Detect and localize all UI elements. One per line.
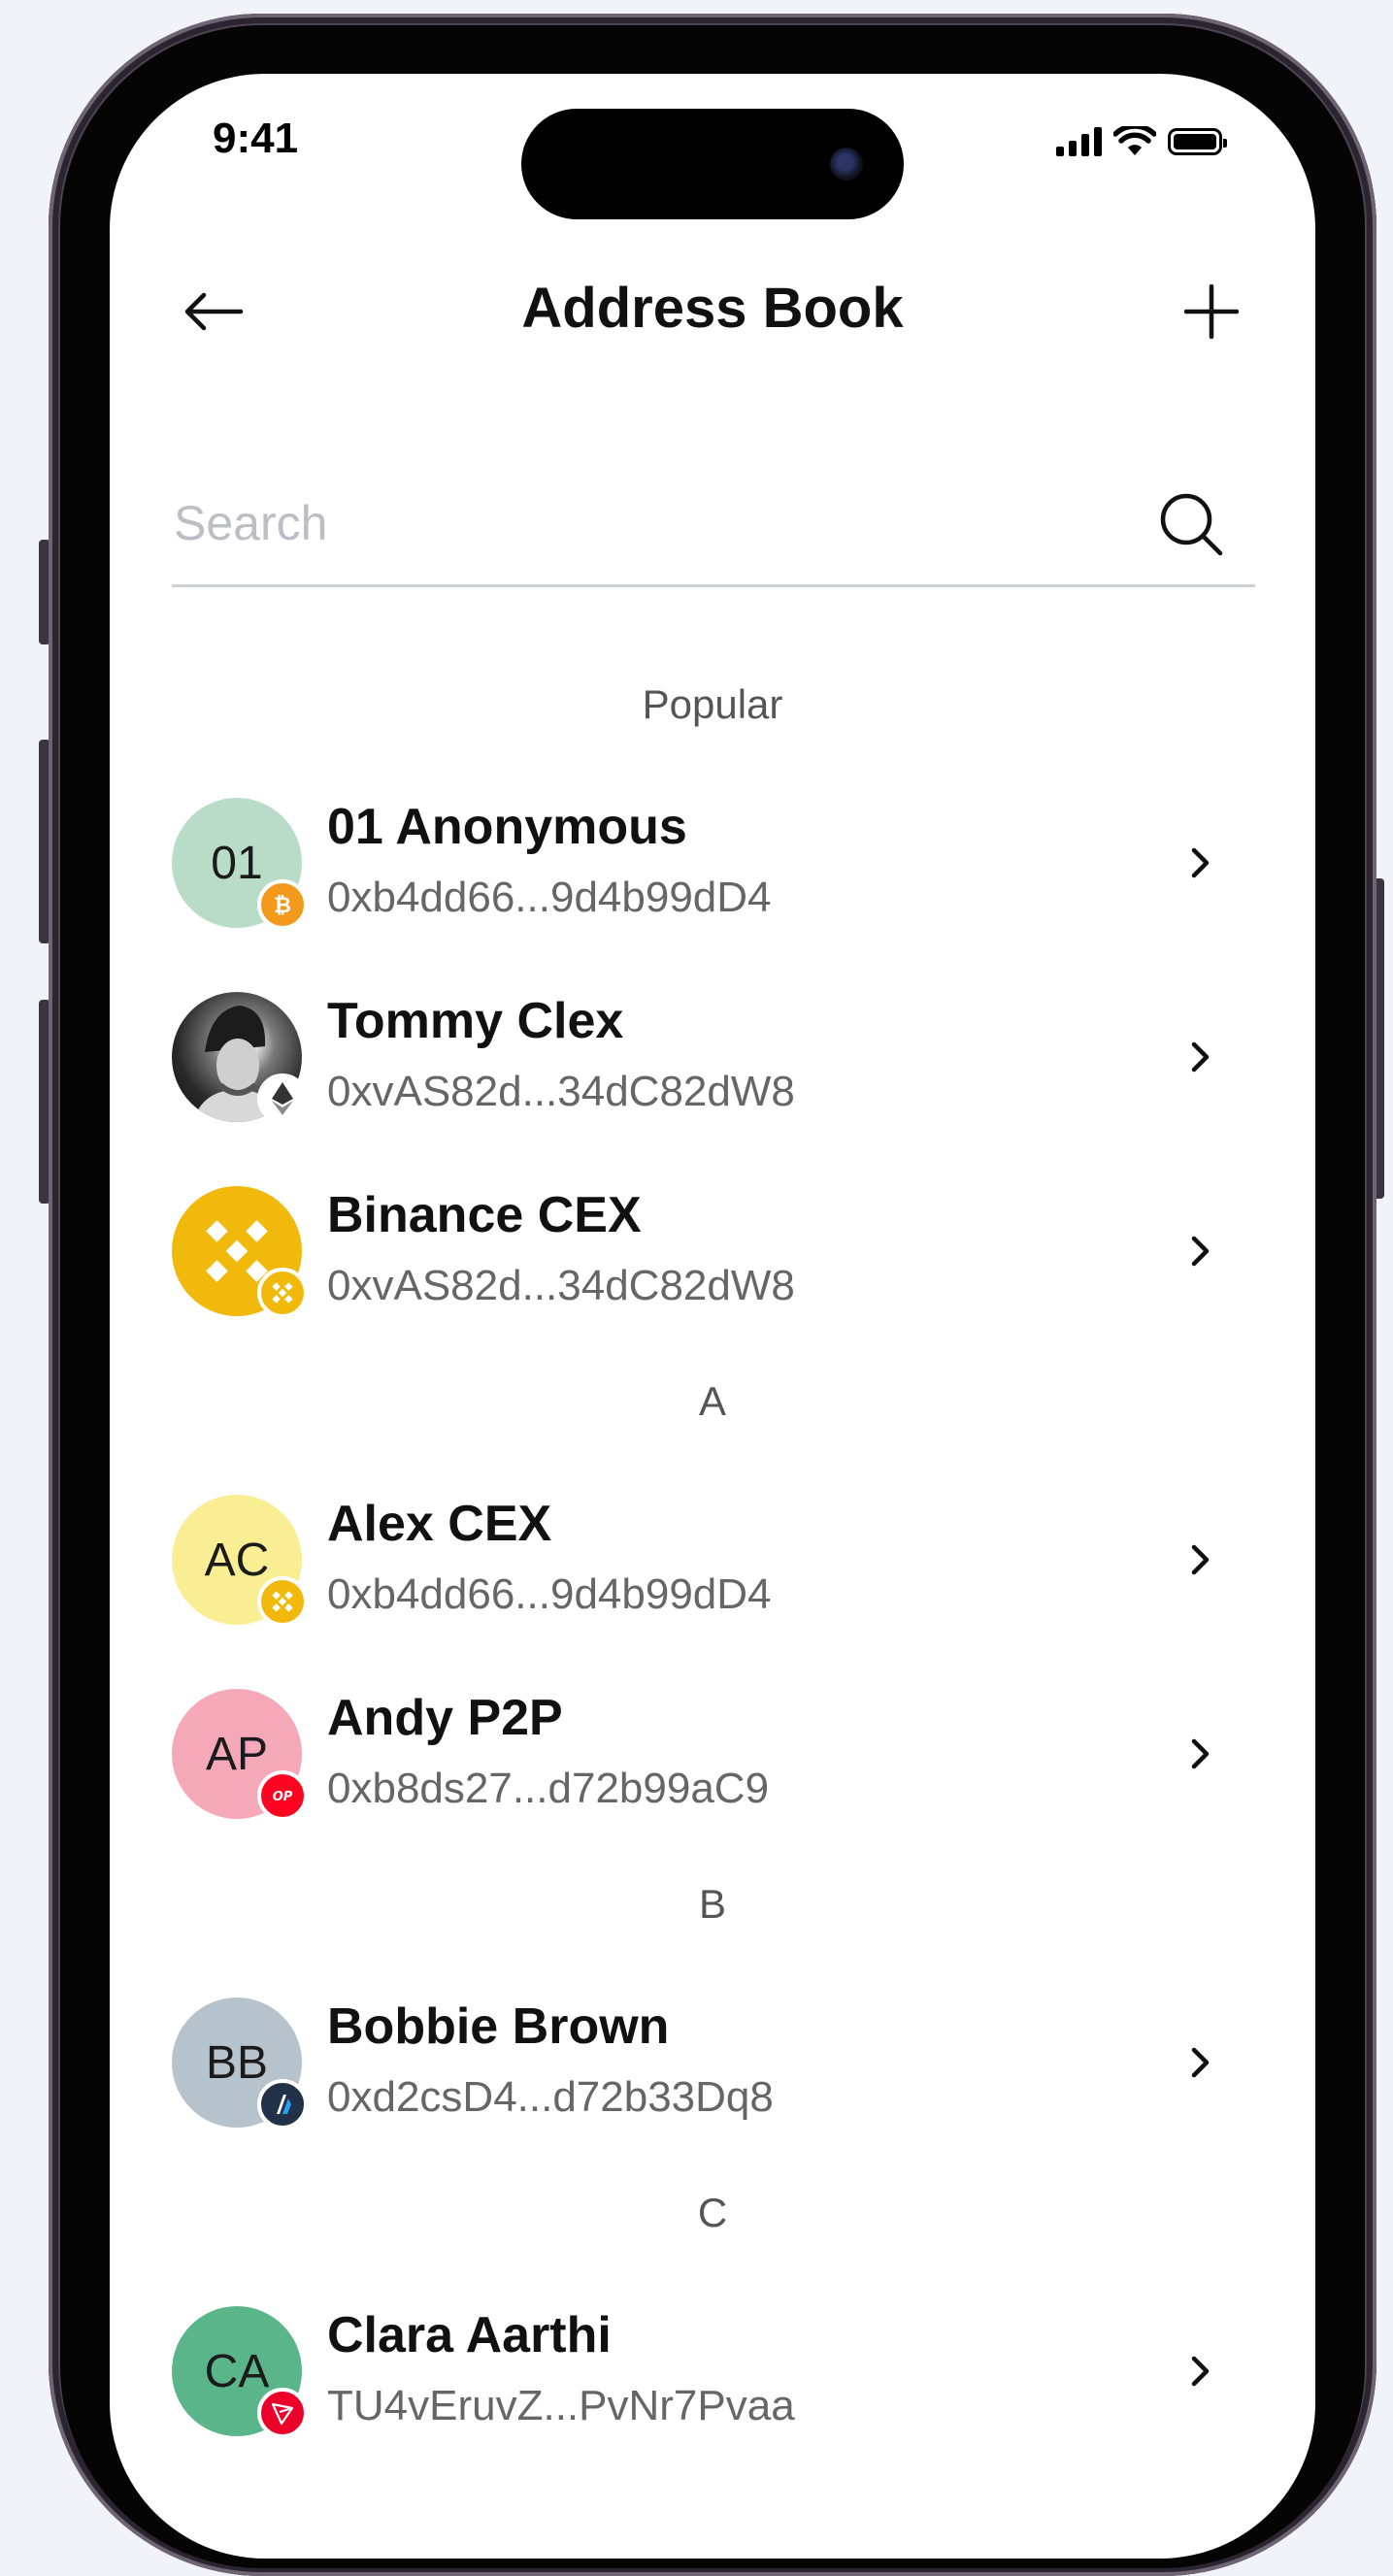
status-time: 9:41 [213, 115, 299, 162]
status-icons [1056, 126, 1227, 157]
dynamic-island [521, 109, 904, 219]
contact-address: TU4vEruvZ...PvNr7Pvaa [327, 2382, 795, 2429]
avatar-initials: AP [205, 1728, 269, 1780]
avatar-initials: AC [204, 1534, 270, 1586]
wifi-icon [1113, 126, 1156, 155]
page-title: Address Book [521, 277, 904, 340]
contact-row[interactable]: Binance CEX 0xvAS82d...34dC82dW8 [172, 1169, 1255, 1334]
section-header-a: A [698, 1378, 726, 1424]
chevron-right-icon [1191, 2047, 1210, 2078]
section-header-popular: Popular [642, 681, 783, 727]
contact-address: 0xb8ds27...d72b99aC9 [327, 1765, 770, 1812]
search-bar [172, 464, 1255, 587]
contact-name: 01 Anonymous [327, 799, 687, 855]
chevron-right-icon [1191, 1738, 1210, 1769]
camera-icon [830, 148, 863, 181]
arbitrum-icon [257, 2079, 308, 2130]
contact-address: 0xb4dd66...9d4b99dD4 [327, 874, 772, 921]
chevron-right-icon [1191, 847, 1210, 878]
search-input[interactable] [172, 481, 1108, 565]
contact-row[interactable]: AC Alex CEX 0xb4dd66...9d4b99dD4 [172, 1477, 1255, 1642]
search-button[interactable] [1156, 489, 1226, 559]
plus-icon [1184, 284, 1239, 339]
bnb-icon [257, 1268, 308, 1318]
section-header-b: B [698, 1881, 726, 1927]
contact-address: 0xb4dd66...9d4b99dD4 [327, 1570, 772, 1618]
contact-row[interactable]: AP OP Andy P2P 0xb8ds27...d72b99aC9 [172, 1671, 1255, 1836]
contact-row[interactable]: CA Clara Aarthi TU4vEruvZ...PvNr7Pvaa [172, 2289, 1255, 2454]
contact-name: Tommy Clex [327, 993, 624, 1049]
contact-name: Clara Aarthi [327, 2307, 612, 2363]
cellular-signal-icon [1056, 127, 1102, 156]
contact-name: Binance CEX [327, 1187, 642, 1243]
section-header-c: C [697, 2190, 728, 2235]
ethereum-icon [257, 1073, 308, 1124]
chevron-right-icon [1191, 1544, 1210, 1575]
chevron-right-icon [1191, 1236, 1210, 1267]
contact-address: 0xvAS82d...34dC82dW8 [327, 1262, 795, 1309]
avatar-initials: BB [205, 2036, 269, 2089]
search-icon [1160, 493, 1223, 556]
avatar-initials: CA [204, 2345, 270, 2397]
phone-screen: 9:41 Address Book Popul [110, 74, 1315, 2559]
contact-row[interactable]: 01 ₿ 01 Anonymous 0xb4dd66...9d4b99dD4 [172, 780, 1255, 945]
chevron-right-icon [1191, 2356, 1210, 2387]
svg-text:OP: OP [273, 1790, 293, 1804]
bnb-icon [257, 1576, 308, 1627]
add-contact-button[interactable] [1177, 278, 1245, 346]
contact-row[interactable]: BB Bobbie Brown 0xd2csD4...d72b33Dq8 [172, 1980, 1255, 2145]
contact-address: 0xvAS82d...34dC82dW8 [327, 1068, 795, 1115]
contact-name: Bobbie Brown [327, 1998, 670, 2055]
bitcoin-icon: ₿ [257, 879, 308, 930]
avatar-initials: 01 [211, 837, 263, 889]
optimism-icon: OP [257, 1770, 308, 1821]
contact-address: 0xd2csD4...d72b33Dq8 [327, 2073, 774, 2121]
battery-icon [1168, 128, 1227, 155]
tron-icon [257, 2388, 308, 2438]
svg-text:₿: ₿ [274, 894, 291, 918]
contact-name: Alex CEX [327, 1496, 552, 1552]
chevron-right-icon [1191, 1041, 1210, 1073]
contact-name: Andy P2P [327, 1690, 563, 1746]
contact-row[interactable]: Tommy Clex 0xvAS82d...34dC82dW8 [172, 974, 1255, 1139]
